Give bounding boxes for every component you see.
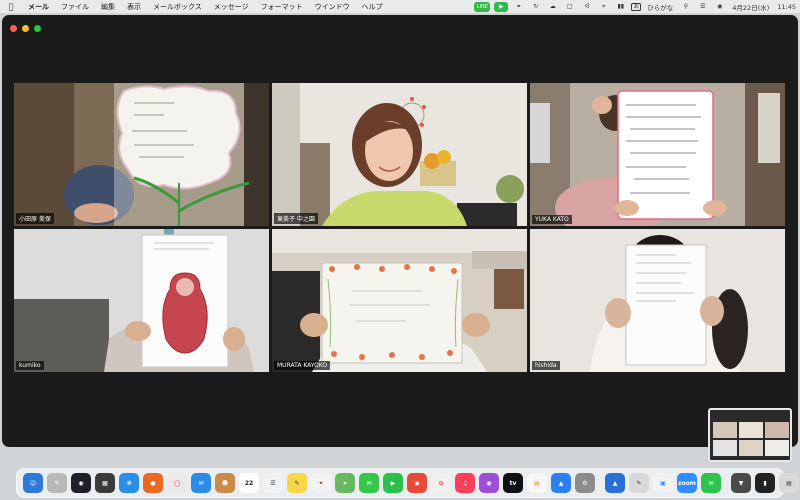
participant-name: hishida: [532, 361, 560, 370]
participant-tile[interactable]: YUKA KATO: [530, 83, 785, 226]
zoom-meeting-window: 小田原 美保 東美子 中之園 YUKA KATO kumiko MURATA K…: [2, 15, 798, 447]
thumb-tile: [713, 422, 737, 438]
reminders-icon[interactable]: ☰: [263, 473, 283, 493]
menu-mail[interactable]: メール: [22, 2, 55, 12]
participant-tile[interactable]: 小田原 美保: [14, 83, 269, 226]
contacts-icon[interactable]: ☻: [215, 473, 235, 493]
window-zoom-button[interactable]: [34, 25, 41, 32]
menu-edit[interactable]: 編集: [95, 2, 121, 12]
books-icon[interactable]: ▤: [527, 473, 547, 493]
bluetooth-icon[interactable]: ᐊ: [580, 2, 593, 12]
participant-tile[interactable]: kumiko: [14, 229, 269, 372]
messages-icon[interactable]: ✉: [359, 473, 379, 493]
facetime-icon[interactable]: ▶: [383, 473, 403, 493]
participant-tile[interactable]: hishida: [530, 229, 785, 372]
textedit-icon[interactable]: ✎: [629, 473, 649, 493]
zoom-icon[interactable]: zoom: [677, 473, 697, 493]
participant-tile-active-speaker[interactable]: 東美子 中之園: [272, 83, 527, 226]
siri-icon[interactable]: ◉: [71, 473, 91, 493]
menu-message[interactable]: メッセージ: [208, 2, 255, 12]
downloads-stack-icon[interactable]: ▼: [731, 473, 751, 493]
recent-window-icon[interactable]: ▮: [755, 473, 775, 493]
menu-file[interactable]: ファイル: [55, 2, 95, 12]
apple-menu-icon[interactable]: : [0, 2, 22, 11]
safari-icon[interactable]: ❋: [119, 473, 139, 493]
music-icon[interactable]: ♫: [455, 473, 475, 493]
keynote-icon[interactable]: ▲: [605, 473, 625, 493]
calendar-icon[interactable]: 22: [239, 473, 259, 493]
participant-video: [14, 229, 269, 372]
notes-app-icon[interactable]: ✎: [47, 473, 67, 493]
mail-icon[interactable]: ✉: [191, 473, 211, 493]
menu-help[interactable]: ヘルプ: [356, 2, 389, 12]
thumb-tile: [739, 422, 763, 438]
display-icon[interactable]: □: [563, 2, 576, 12]
chrome-icon[interactable]: ◯: [167, 473, 187, 493]
photos-icon[interactable]: ✿: [431, 473, 451, 493]
system-settings-icon[interactable]: ⚙: [575, 473, 595, 493]
macos-dock: ☺ ✎ ◉ ▦ ❋ ● ◯ ✉ ☻ 22 ☰ ✎ ✦ ➤ ✉ ▶ ◉ ✿ ♫ ◉…: [16, 468, 799, 498]
cloud-icon[interactable]: ☁: [546, 2, 559, 12]
thumb-tile: [713, 440, 737, 456]
line-status-icon[interactable]: LINE: [474, 1, 491, 12]
line-icon[interactable]: ✉: [701, 473, 721, 493]
thumb-tile: [765, 422, 789, 438]
status-area: LINE ▶ ⚭ ↻ ☁ □ ᐊ ⌖ ▮▮ あ ひらがな ⚲ ☰ ◉ 4月22日…: [472, 0, 800, 13]
control-center-icon[interactable]: ☰: [696, 2, 709, 12]
freeform-icon[interactable]: ✦: [311, 473, 331, 493]
photo-booth-icon[interactable]: ◉: [407, 473, 427, 493]
launchpad-icon[interactable]: ▦: [95, 473, 115, 493]
participant-tile[interactable]: MURATA KAYOKO: [272, 229, 527, 372]
battery-icon[interactable]: ▮▮: [614, 2, 627, 12]
window-minimize-button[interactable]: [22, 25, 29, 32]
thumb-tile: [765, 440, 789, 456]
wifi-icon[interactable]: ⌖: [597, 2, 610, 12]
search-icon[interactable]: ⚲: [679, 2, 692, 12]
participant-name: MURATA KAYOKO: [274, 361, 331, 370]
apple-tv-icon[interactable]: tv: [503, 473, 523, 493]
self-view-thumbnail[interactable]: [708, 408, 792, 462]
menu-window[interactable]: ウインドウ: [309, 2, 356, 12]
podcasts-icon[interactable]: ◉: [479, 473, 499, 493]
window-close-button[interactable]: [10, 25, 17, 32]
participant-name: 東美子 中之園: [274, 213, 318, 224]
menu-bar:  メール ファイル 編集 表示 メールボックス メッセージ フォーマット ウイ…: [0, 0, 800, 13]
participant-video: [530, 229, 785, 372]
menu-mailbox[interactable]: メールボックス: [147, 2, 208, 12]
participant-video: [272, 83, 527, 226]
menu-format[interactable]: フォーマット: [255, 2, 309, 12]
participant-name: 小田原 美保: [16, 213, 54, 224]
preview-icon[interactable]: ▣: [653, 473, 673, 493]
participant-name: kumiko: [16, 361, 44, 370]
sync-icon[interactable]: ↻: [529, 2, 542, 12]
screen-record-icon[interactable]: ◉: [713, 2, 726, 12]
creative-cloud-icon[interactable]: ⚭: [512, 2, 525, 12]
participant-name: YUKA KATO: [532, 215, 572, 224]
zoom-camera-icon[interactable]: ▶: [494, 1, 509, 12]
documents-stack-icon[interactable]: ▤: [779, 473, 799, 493]
menubar-time[interactable]: 11:45: [775, 2, 798, 12]
finder-icon[interactable]: ☺: [23, 473, 43, 493]
input-method-label[interactable]: ひらがな: [645, 2, 675, 12]
menubar-date[interactable]: 4月22日(水): [730, 2, 771, 12]
firefox-icon[interactable]: ●: [143, 473, 163, 493]
participant-video: [14, 83, 269, 226]
participant-video: [530, 83, 785, 226]
stickies-icon[interactable]: ✎: [287, 473, 307, 493]
maps-icon[interactable]: ➤: [335, 473, 355, 493]
thumb-tile: [739, 440, 763, 456]
participant-video: [272, 229, 527, 372]
app-store-icon[interactable]: ▲: [551, 473, 571, 493]
menu-view[interactable]: 表示: [121, 2, 147, 12]
input-method-icon[interactable]: あ: [631, 2, 642, 11]
